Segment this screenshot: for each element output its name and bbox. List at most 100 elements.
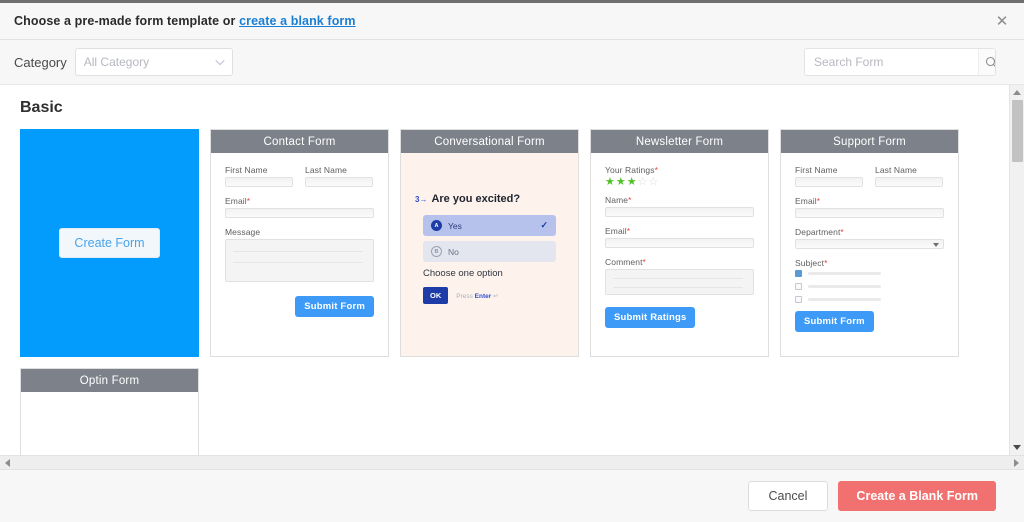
- category-select-value: All Category: [84, 55, 149, 69]
- template-card-optin-form[interactable]: Optin Form: [20, 368, 199, 455]
- search-icon[interactable]: [978, 49, 996, 75]
- enter-return-icon: ↵: [491, 293, 498, 300]
- card-preview: Your Ratings* ★ ★ ★ ☆ ☆ Name* Email* Com…: [591, 153, 768, 356]
- submit-form-button[interactable]: Submit Form: [295, 296, 374, 317]
- card-title: Support Form: [781, 130, 958, 153]
- rating-stars[interactable]: ★ ★ ★ ☆ ☆: [605, 177, 754, 188]
- first-name-field[interactable]: [225, 177, 293, 187]
- scroll-right-button[interactable]: [1009, 459, 1024, 467]
- star-icon[interactable]: ☆: [638, 177, 648, 188]
- checkbox-icon[interactable]: [795, 296, 802, 303]
- star-icon[interactable]: ★: [627, 177, 637, 188]
- card-preview: 3→ Are you excited? A Yes ✓ B No Choose: [401, 153, 578, 356]
- close-icon[interactable]: ✕: [992, 11, 1012, 31]
- name-field[interactable]: [605, 207, 754, 217]
- template-card-grid: Create Form Contact Form First Name Last…: [20, 129, 1009, 455]
- modal-header: Choose a pre-made form template or creat…: [0, 3, 1024, 40]
- star-icon[interactable]: ☆: [649, 177, 659, 188]
- department-select[interactable]: [795, 239, 944, 249]
- template-card-conversational-form[interactable]: Conversational Form 3→ Are you excited? …: [400, 129, 579, 357]
- template-card-support-form[interactable]: Support Form First Name Last Name: [780, 129, 959, 357]
- vertical-scroll-thumb[interactable]: [1012, 100, 1023, 162]
- template-card-contact-form[interactable]: Contact Form First Name Last Name: [210, 129, 389, 357]
- name-label-text: Name: [605, 195, 628, 205]
- option-label: No: [448, 247, 459, 257]
- modal-title-text: Choose a pre-made form template or: [14, 14, 239, 28]
- step-arrow-icon: →: [419, 195, 427, 204]
- arrow-right-icon: [1014, 459, 1019, 467]
- category-select[interactable]: All Category: [75, 48, 233, 76]
- create-form-tile[interactable]: Create Form: [20, 129, 199, 357]
- create-blank-form-link[interactable]: create a blank form: [239, 14, 356, 28]
- email-field[interactable]: [225, 208, 374, 218]
- option-yes[interactable]: A Yes ✓: [423, 215, 556, 236]
- email-label: Email*: [605, 226, 754, 236]
- email-label-text: Email: [605, 226, 627, 236]
- vertical-scroll-track[interactable]: [1010, 100, 1024, 440]
- question-row: 3→ Are you excited?: [415, 193, 564, 205]
- message-field[interactable]: [225, 239, 374, 282]
- card-title: Contact Form: [211, 130, 388, 153]
- subject-option-row[interactable]: [795, 270, 944, 277]
- last-name-label: Last Name: [875, 165, 943, 175]
- email-field[interactable]: [795, 208, 944, 218]
- star-icon[interactable]: ★: [616, 177, 626, 188]
- last-name-field[interactable]: [875, 177, 943, 187]
- vertical-scrollbar[interactable]: [1009, 85, 1024, 455]
- first-name-group: First Name: [225, 165, 293, 196]
- option-line: [808, 272, 881, 275]
- checkbox-icon[interactable]: [795, 283, 802, 290]
- submit-form-button[interactable]: Submit Form: [795, 311, 874, 332]
- search-form-group: [804, 48, 996, 76]
- required-marker: *: [655, 165, 658, 175]
- scroll-down-button[interactable]: [1010, 440, 1024, 455]
- last-name-label: Last Name: [305, 165, 373, 175]
- template-picker-modal: Choose a pre-made form template or creat…: [0, 0, 1024, 522]
- option-key-badge: B: [431, 246, 442, 257]
- subject-label-text: Subject: [795, 258, 824, 268]
- horizontal-scroll-track[interactable]: [15, 456, 1009, 469]
- submit-ratings-button[interactable]: Submit Ratings: [605, 307, 695, 328]
- press-enter-key: Enter: [475, 293, 492, 300]
- question-text: Are you excited?: [431, 193, 520, 205]
- comment-field[interactable]: [605, 269, 754, 295]
- message-label: Message: [225, 227, 374, 237]
- search-input[interactable]: [805, 49, 978, 75]
- option-line: [808, 285, 881, 288]
- first-name-label: First Name: [795, 165, 863, 175]
- ok-button[interactable]: OK: [423, 287, 448, 304]
- cancel-button[interactable]: Cancel: [748, 481, 829, 511]
- required-marker: *: [628, 195, 631, 205]
- scroll-up-button[interactable]: [1010, 85, 1024, 100]
- horizontal-scrollbar[interactable]: [0, 455, 1024, 470]
- option-no[interactable]: B No: [423, 241, 556, 262]
- last-name-field[interactable]: [305, 177, 373, 187]
- card-preview: First Name Last Name Email* Message: [211, 153, 388, 356]
- submit-row: Submit Form: [795, 311, 944, 332]
- required-marker: *: [840, 227, 843, 237]
- required-marker: *: [247, 196, 250, 206]
- modal-title: Choose a pre-made form template or creat…: [14, 14, 356, 28]
- subject-option-row[interactable]: [795, 283, 944, 290]
- email-field[interactable]: [605, 238, 754, 248]
- department-label-text: Department: [795, 227, 840, 237]
- scroll-left-button[interactable]: [0, 459, 15, 467]
- ratings-label: Your Ratings*: [605, 165, 754, 175]
- checkbox-icon[interactable]: [795, 270, 802, 277]
- create-a-blank-form-button[interactable]: Create a Blank Form: [838, 481, 996, 511]
- name-row: First Name Last Name: [795, 165, 944, 196]
- option-label: Yes: [448, 221, 462, 231]
- first-name-field[interactable]: [795, 177, 863, 187]
- star-icon[interactable]: ★: [605, 177, 615, 188]
- create-form-button[interactable]: Create Form: [59, 228, 159, 258]
- card-title: Newsletter Form: [591, 130, 768, 153]
- email-label-text: Email: [225, 196, 247, 206]
- required-marker: *: [824, 258, 827, 268]
- modal-footer: Cancel Create a Blank Form: [0, 470, 1024, 522]
- card-preview: First Name Last Name Email* Department*: [781, 153, 958, 356]
- arrow-left-icon: [5, 459, 10, 467]
- template-card-newsletter-form[interactable]: Newsletter Form Your Ratings* ★ ★ ★ ☆ ☆ …: [590, 129, 769, 357]
- subject-option-row[interactable]: [795, 296, 944, 303]
- email-label: Email*: [225, 196, 374, 206]
- body-region: Basic Create Form Contact Form First Nam…: [0, 85, 1024, 455]
